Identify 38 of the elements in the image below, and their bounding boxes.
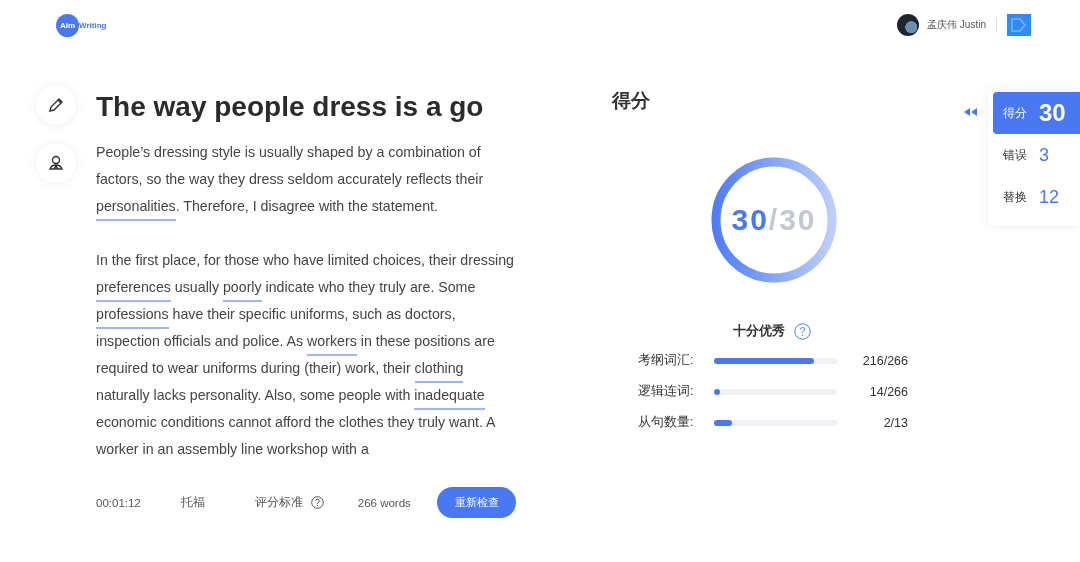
profile-button[interactable]: [36, 143, 76, 183]
pencil-icon: [47, 96, 65, 114]
essay-paragraph: People’s dressing style is usually shaped by a combination of factors, so the way they dress seldom accurately reflects their personalities. Therefore, I disagree with the statement.: [96, 139, 520, 220]
avatar[interactable]: [897, 14, 920, 36]
tab-label: 错误: [1003, 146, 1027, 164]
help-icon[interactable]: [794, 322, 811, 340]
tab-count: 3: [1039, 144, 1049, 166]
metric-reading: 216/266: [861, 353, 908, 368]
exam-type: 托福: [180, 495, 205, 510]
tab-count: 30: [1039, 99, 1066, 127]
person-icon: [47, 154, 65, 172]
essay-title: The way people dress is a go: [96, 90, 485, 124]
metric-label: 从句数量:: [638, 414, 695, 431]
user-name[interactable]: 孟庆伟 Justin: [927, 18, 986, 32]
criteria-link[interactable]: 评分标准: [254, 495, 303, 510]
metric-label: 逻辑连词:: [638, 383, 695, 400]
essay-paragraph: In the first place, for those who have limited choices, their dressing preferences usually poorly indicate who they truly are. Some professions have their specific uniforms, such as doctors, inspection officials and police. As workers in these positions are required to wear uniforms during (their) work, their clothing naturally lacks personality. Also, some people with inadequate economic conditions cannot afford the clothes they truly want. A worker in an assembly line workshop with a: [96, 251, 515, 459]
score-value: 30: [731, 203, 769, 237]
metric-reading: 2/13: [882, 415, 908, 430]
help-icon[interactable]: [310, 496, 324, 509]
tab-label: 替换: [1003, 188, 1027, 206]
logo-badge: Aim: [56, 13, 79, 37]
logo-text: Writing: [79, 20, 107, 30]
edit-button[interactable]: [36, 85, 76, 125]
side-tab[interactable]: 得分 30: [993, 92, 1080, 134]
tab-label: 得分: [1003, 104, 1027, 122]
word-count: 266 words: [357, 496, 411, 509]
tab-count: 12: [1039, 186, 1060, 208]
metric-reading: 14/266: [868, 384, 908, 399]
score-total: /30: [768, 203, 817, 237]
collapse-icon[interactable]: [964, 108, 978, 116]
timer: 00:01:12: [96, 496, 141, 509]
metric-label: 考纲词汇:: [638, 352, 695, 369]
rating-label: 十分优秀: [733, 322, 785, 340]
recheck-button[interactable]: 重新检查: [437, 487, 516, 518]
score-heading: 得分: [612, 89, 651, 113]
side-tab[interactable]: 替换 12: [993, 176, 1080, 218]
side-tab[interactable]: 错误 3: [993, 134, 1080, 176]
